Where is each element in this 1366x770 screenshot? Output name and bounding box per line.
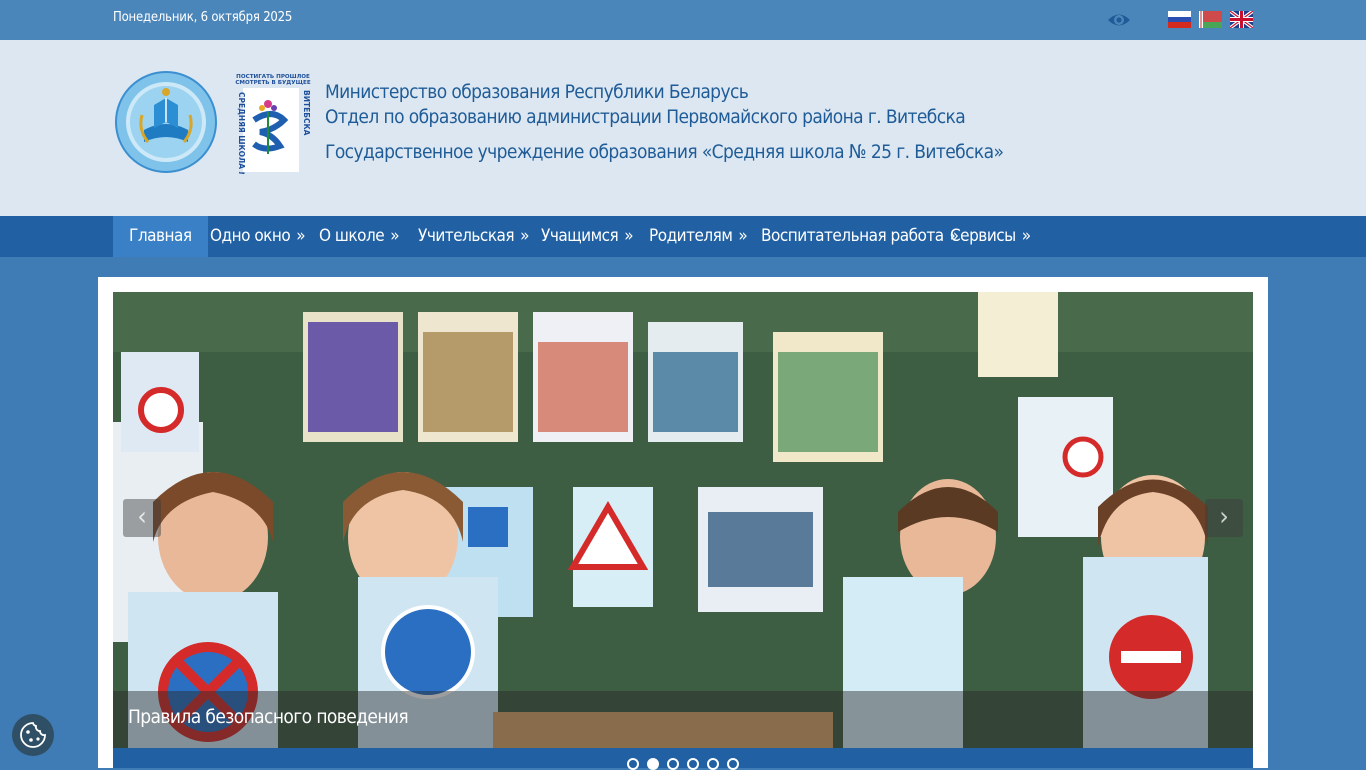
slider-dot-6[interactable] (727, 758, 739, 770)
cookie-icon (20, 722, 46, 748)
nav-item-about-school[interactable]: О школе» (303, 216, 415, 257)
slider-prev-button[interactable]: ‹ (123, 499, 161, 537)
chevron-right-icon: » (1021, 226, 1031, 246)
nav-item-label: Одно окно (210, 226, 291, 246)
nav-item-label: Воспитательная работа (761, 226, 944, 246)
main-content: Правила безопасного поведения ‹ › (98, 277, 1268, 770)
chevron-right-icon: › (1219, 502, 1229, 532)
slider-pagination (113, 748, 1253, 770)
flag-by-icon[interactable] (1199, 11, 1222, 28)
nav-item-parents[interactable]: Родителям» (633, 216, 763, 257)
slider-dot-4[interactable] (687, 758, 699, 770)
slider-dot-5[interactable] (707, 758, 719, 770)
nav-item-label: Учащимся (541, 226, 619, 246)
nav-item-teachers[interactable]: Учительская» (402, 216, 545, 257)
slide-caption[interactable]: Правила безопасного поведения (128, 706, 409, 728)
flag-en-icon[interactable] (1230, 11, 1253, 28)
nav-item-label: Сервисы (950, 226, 1016, 246)
svg-text:СМОТРЕТЬ В БУДУЩЕЕ: СМОТРЕТЬ В БУДУЩЕЕ (235, 80, 311, 86)
nav-item-label: Главная (129, 226, 192, 246)
nav-item-label: О школе (319, 226, 385, 246)
nav-item-label: Родителям (649, 226, 733, 246)
school-logo[interactable]: ПОСТИГАТЬ ПРОШЛОЕ СМОТРЕТЬ В БУДУЩЕЕ СРЕ… (234, 72, 312, 203)
nav-item-label: Учительская (418, 226, 515, 246)
ministry-logo[interactable] (114, 70, 218, 174)
svg-text:СРЕДНЯЯ ШКОЛА № 25 г.: СРЕДНЯЯ ШКОЛА № 25 г. (237, 92, 246, 174)
current-date: Понедельник, 6 октября 2025 (113, 10, 293, 25)
flag-ru-icon[interactable] (1168, 11, 1191, 28)
header-department-title[interactable]: Отдел по образованию администрации Перво… (325, 106, 966, 128)
nav-item-services[interactable]: Сервисы» (934, 216, 1047, 257)
slider-dot-2[interactable] (647, 758, 659, 770)
top-bar: Понедельник, 6 октября 2025 (0, 0, 1366, 40)
nav-item-students[interactable]: Учащимся» (525, 216, 649, 257)
header-school-title[interactable]: Государственное учреждение образования «… (325, 141, 1004, 163)
svg-text:ВИТЕБСКА: ВИТЕБСКА (302, 90, 311, 136)
image-slider[interactable]: Правила безопасного поведения ‹ › (113, 292, 1253, 748)
slider-dot-3[interactable] (667, 758, 679, 770)
slider-next-button[interactable]: › (1205, 499, 1243, 537)
chevron-right-icon: » (390, 226, 400, 246)
header-ministry-title[interactable]: Министерство образования Республики Бела… (325, 81, 749, 103)
main-nav: Главная Одно окно» О школе» Учительская»… (0, 216, 1366, 257)
site-header: ПОСТИГАТЬ ПРОШЛОЕ СМОТРЕТЬ В БУДУЩЕЕ СРЕ… (0, 40, 1366, 216)
slide-image (113, 292, 1253, 748)
cookie-settings-button[interactable] (12, 714, 54, 756)
eye-icon[interactable] (1107, 10, 1131, 30)
slider-dot-1[interactable] (627, 758, 639, 770)
chevron-left-icon: ‹ (137, 502, 147, 532)
chevron-right-icon: » (624, 226, 634, 246)
